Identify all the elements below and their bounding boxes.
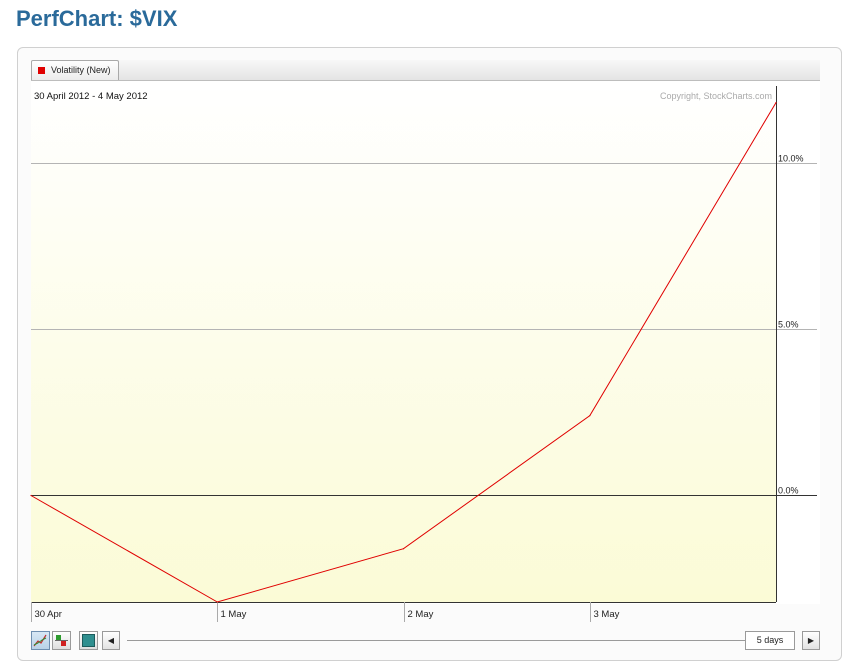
data-point xyxy=(402,548,405,550)
line-chart-button[interactable] xyxy=(31,631,50,650)
x-tick-label: 30 Apr xyxy=(35,609,62,620)
data-point xyxy=(589,415,591,417)
histogram-icon xyxy=(55,635,68,646)
data-point xyxy=(775,102,777,104)
data-point xyxy=(216,601,218,603)
scroll-right-button[interactable]: ▶ xyxy=(802,631,820,650)
x-tick-label: 2 May xyxy=(408,609,434,620)
histogram-button[interactable] xyxy=(52,631,71,650)
panel-toggle-icon xyxy=(82,634,95,647)
panel-toggle-button[interactable] xyxy=(79,631,98,650)
line-chart-icon xyxy=(33,634,47,647)
copyright-label: Copyright, StockCharts.com xyxy=(660,91,772,101)
x-tick-label: 3 May xyxy=(594,609,620,620)
date-range-label: 30 April 2012 - 4 May 2012 xyxy=(34,91,148,102)
range-selector[interactable]: 5 days xyxy=(745,631,795,650)
y-tick-label: 5.0% xyxy=(778,320,799,330)
scroll-left-button[interactable]: ◀ xyxy=(102,631,120,650)
perf-chart: 30 Apr 1 May 2 May 3 May 0.0% 5.0% 10.0% 30 A… xyxy=(30,81,820,622)
y-tick-label: 10.0% xyxy=(778,154,804,164)
date-range-slider[interactable] xyxy=(127,640,771,641)
chart-toolbar: ◀ 5 days ▶ xyxy=(31,631,820,652)
y-tick-label: 0.0% xyxy=(778,486,799,496)
x-tick-label: 1 May xyxy=(221,609,247,620)
data-point xyxy=(30,494,32,497)
